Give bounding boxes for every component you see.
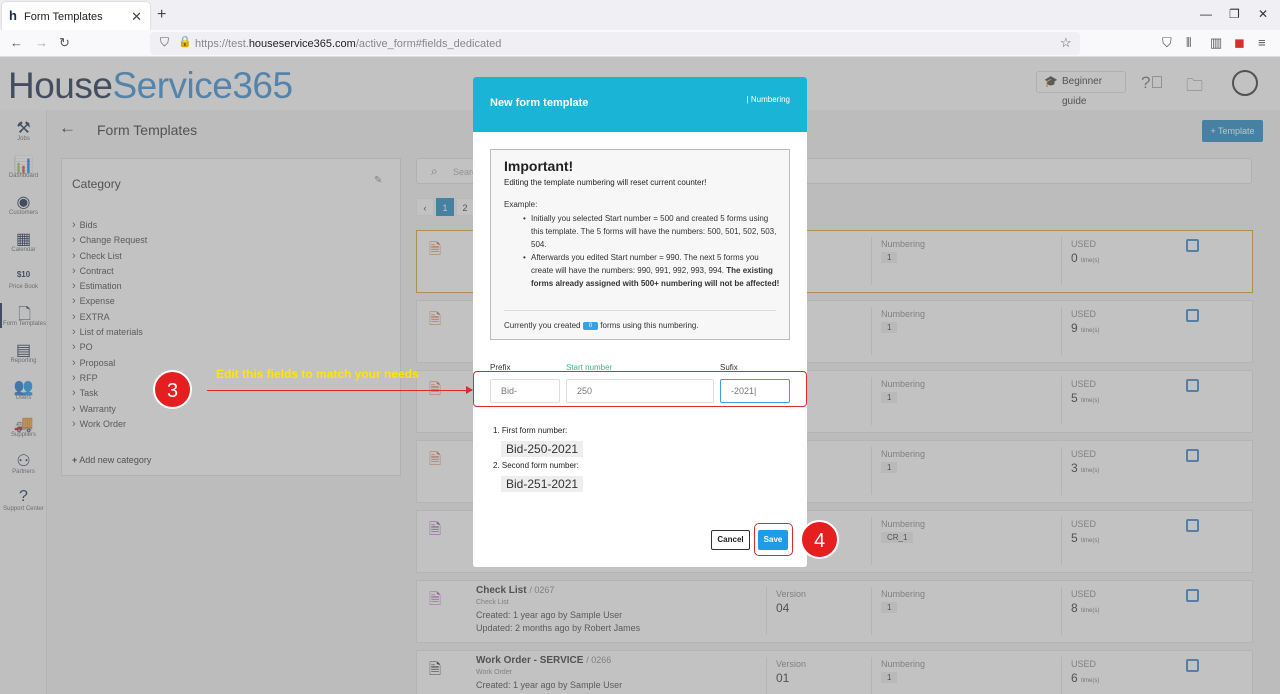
example-label: Example: — [504, 200, 538, 209]
notice-title: Important! — [504, 158, 574, 174]
shield-icon[interactable]: ⛉ — [160, 35, 169, 50]
site-favicon-icon: h — [9, 8, 17, 23]
restore-icon[interactable]: ❐ — [1229, 7, 1240, 21]
browser-tabbar: h Form Templates ✕ + — ❐ ✕ — [0, 0, 1280, 30]
menu-icon[interactable]: ≡ — [1258, 35, 1266, 50]
start-number-input[interactable]: 250 — [566, 379, 714, 403]
new-tab-icon[interactable]: + — [157, 6, 166, 24]
tab-title: Form Templates — [24, 11, 103, 23]
sidebar-toggle-icon[interactable]: ▥ — [1210, 35, 1222, 51]
divider — [504, 310, 776, 311]
prefix-input[interactable]: Bid- — [490, 379, 560, 403]
modal-title: New form template — [490, 97, 589, 109]
first-form-label: 1. First form number: — [493, 426, 568, 435]
new-form-template-modal: New form template | Numbering Important!… — [473, 77, 807, 567]
notice-subtitle: Editing the template numbering will rese… — [504, 178, 707, 187]
sufix-input[interactable]: -2021| — [720, 379, 790, 403]
step-4-marker: 4 — [800, 520, 839, 559]
step-3-marker: 3 — [153, 370, 192, 409]
second-form-value: Bid-251-2021 — [501, 476, 584, 492]
window-close-icon[interactable]: ✕ — [1258, 7, 1268, 21]
annotation-arrow-line — [207, 390, 472, 391]
back-icon[interactable]: ← — [10, 35, 23, 50]
modal-header: New form template | Numbering — [473, 77, 807, 132]
browser-navbar: ← → ↻ ⛉ 🔒 https://test.houseservice365.c… — [0, 30, 1280, 57]
step-3-instruction: Edit this fields to match your needs — [216, 367, 419, 381]
address-bar[interactable]: ⛉ 🔒 https://test.houseservice365.com/act… — [150, 32, 1080, 55]
tab-numbering[interactable]: | Numbering — [747, 95, 790, 104]
forms-count-text: Currently you created 0 forms using this… — [504, 321, 699, 330]
reload-icon[interactable]: ↻ — [59, 35, 70, 51]
extension-icon[interactable]: ◼ — [1234, 35, 1245, 51]
example-bullet-1: Initially you selected Start number = 50… — [523, 212, 781, 251]
library-icon[interactable]: ⫴ — [1186, 35, 1191, 51]
example-list: Initially you selected Start number = 50… — [523, 212, 781, 290]
close-tab-icon[interactable]: ✕ — [131, 9, 142, 25]
first-form-value: Bid-250-2021 — [501, 441, 584, 457]
bookmark-star-icon[interactable]: ☆ — [1060, 35, 1072, 51]
example-bullet-2: Afterwards you edited Start number = 990… — [523, 251, 781, 290]
pocket-icon[interactable]: ⛉ — [1162, 35, 1172, 51]
second-form-label: 2. Second form number: — [493, 461, 579, 470]
important-notice: Important! Editing the template numberin… — [490, 149, 790, 340]
forward-icon[interactable]: → — [35, 35, 48, 50]
save-button[interactable]: Save — [758, 530, 788, 550]
lock-icon: 🔒 — [178, 36, 192, 48]
browser-tab[interactable]: h Form Templates ✕ — [2, 2, 150, 30]
url-text: https://test.houseservice365.com/active_… — [195, 38, 502, 50]
minimize-icon[interactable]: — — [1200, 7, 1212, 21]
cancel-button[interactable]: Cancel — [711, 530, 750, 550]
annotation-arrow-head — [466, 386, 473, 394]
count-badge: 0 — [582, 321, 599, 330]
